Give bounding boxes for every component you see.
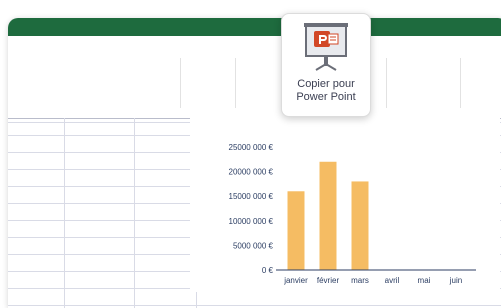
app-top-bar — [8, 18, 501, 36]
y-tick-label: 25000 000 € — [229, 143, 274, 152]
ribbon-separator — [386, 58, 387, 108]
x-tick-label: janvier — [283, 276, 308, 285]
x-tick-label: mars — [351, 276, 369, 285]
copy-button-label-line2: Power Point — [296, 91, 356, 103]
y-tick-label: 10000 000 € — [229, 217, 274, 226]
y-tick-label: 0 € — [262, 266, 274, 275]
y-tick-label: 5000 000 € — [233, 241, 274, 250]
ribbon-separator — [180, 58, 181, 108]
x-tick-label: juin — [449, 276, 462, 285]
grid-col-line — [134, 118, 135, 308]
bar-février — [319, 161, 337, 270]
y-tick-label: 15000 000 € — [229, 192, 274, 201]
ribbon-separator — [235, 58, 236, 108]
copy-button-label: Copier pour Power Point — [284, 78, 368, 104]
grid-col-line — [64, 118, 65, 308]
chart-panel[interactable]: 0 € 5000 000 € 10000 000 € 15000 000 € 20000… — [190, 112, 500, 292]
ribbon-toolbar — [8, 36, 501, 118]
powerpoint-icon — [304, 23, 348, 71]
grid-row-line — [8, 305, 501, 306]
bar-chart: 0 € 5000 000 € 10000 000 € 15000 000 € 20000… — [229, 143, 476, 285]
x-tick-label: mai — [418, 276, 431, 285]
y-tick-label: 20000 000 € — [229, 168, 274, 177]
x-tick-label: février — [317, 276, 340, 285]
bar-mars — [351, 181, 369, 270]
bar-janvier — [287, 191, 305, 270]
x-tick-label: avril — [385, 276, 400, 285]
ribbon-separator — [460, 58, 461, 108]
copy-button-label-line1: Copier pour — [297, 78, 355, 90]
copy-to-powerpoint-button[interactable]: Copier pour Power Point — [281, 13, 371, 117]
